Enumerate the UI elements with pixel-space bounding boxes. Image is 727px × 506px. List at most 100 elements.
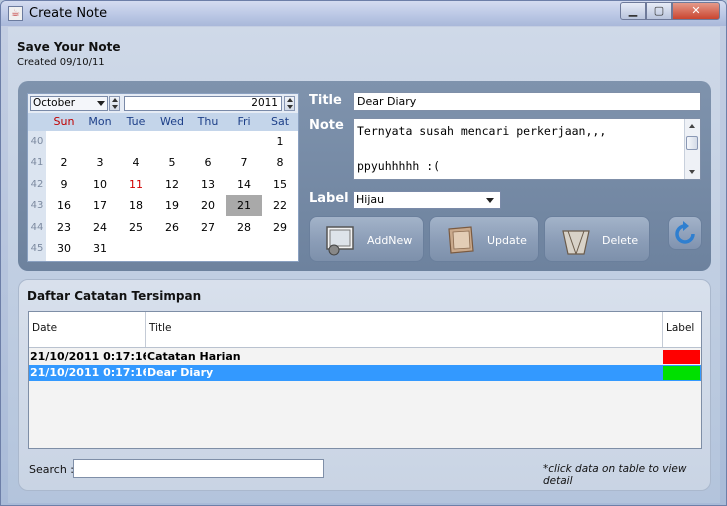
weekday-label: Mon bbox=[88, 115, 112, 128]
note-textarea[interactable]: Ternyata susah mencari perkerjaan,,, ppy… bbox=[353, 118, 701, 180]
chevron-down-icon bbox=[97, 101, 105, 106]
calendar-day[interactable]: 3 bbox=[82, 152, 118, 173]
calendar-day[interactable]: 11 bbox=[118, 174, 154, 195]
refresh-icon bbox=[675, 221, 695, 244]
calendar-day[interactable]: 18 bbox=[118, 195, 154, 216]
table-row[interactable]: 21/10/2011 0:17:16 Catatan Harian bbox=[29, 349, 701, 365]
calendar-day[interactable]: 2 bbox=[46, 152, 82, 173]
delete-button[interactable]: Delete bbox=[544, 216, 650, 262]
notes-table[interactable]: Date Title Label 21/10/2011 0:17:16 Cata… bbox=[28, 311, 702, 449]
cell-date: 21/10/2011 0:17:16 bbox=[30, 350, 146, 363]
update-label: Update bbox=[487, 234, 527, 247]
year-spinner[interactable] bbox=[284, 96, 295, 111]
search-label: Search : bbox=[29, 463, 74, 476]
calendar-day[interactable]: 29 bbox=[262, 217, 298, 238]
table-header: Date Title Label bbox=[29, 312, 701, 348]
calendar-day[interactable]: 6 bbox=[190, 152, 226, 173]
calendar-day[interactable]: 23 bbox=[46, 217, 82, 238]
scroll-down-icon[interactable] bbox=[689, 170, 695, 174]
note-label: Note bbox=[309, 118, 344, 133]
calendar-day[interactable]: 8 bbox=[262, 152, 298, 173]
calendar-day[interactable]: 9 bbox=[46, 174, 82, 195]
column-header-title[interactable]: Title bbox=[146, 312, 663, 347]
add-new-button[interactable]: AddNew bbox=[309, 216, 424, 262]
weekday-label: Sun bbox=[53, 115, 75, 128]
trash-icon bbox=[562, 230, 590, 255]
calendar-day[interactable]: 27 bbox=[190, 217, 226, 238]
calendar-day bbox=[118, 131, 154, 152]
calendar-day[interactable]: 28 bbox=[226, 217, 262, 238]
weekday-label: Thu bbox=[197, 115, 219, 128]
calendar-day[interactable]: 19 bbox=[154, 195, 190, 216]
weekday-label: Wed bbox=[160, 115, 184, 128]
calendar-day[interactable]: 13 bbox=[190, 174, 226, 195]
week-number: 44 bbox=[30, 221, 44, 233]
title-input[interactable]: Dear Diary bbox=[353, 92, 701, 111]
weekday-header: Sun Mon Tue Wed Thu Fri Sat bbox=[28, 113, 298, 131]
close-button[interactable]: ✕ bbox=[672, 2, 720, 20]
title-label: Title bbox=[309, 93, 342, 108]
note-scrollbar[interactable] bbox=[684, 119, 700, 179]
calendar-day bbox=[82, 131, 118, 152]
calendar-day[interactable]: 25 bbox=[118, 217, 154, 238]
scroll-thumb[interactable] bbox=[686, 136, 698, 150]
calendar-day[interactable]: 20 bbox=[190, 195, 226, 216]
calendar-day bbox=[46, 131, 82, 152]
refresh-button[interactable] bbox=[668, 216, 702, 250]
calendar-day[interactable]: 5 bbox=[154, 152, 190, 173]
year-field[interactable]: 2011 bbox=[124, 96, 282, 111]
update-note-icon bbox=[448, 226, 474, 254]
month-spinner[interactable] bbox=[109, 96, 120, 111]
window-title: Create Note bbox=[29, 6, 108, 21]
calendar-day[interactable]: 21 bbox=[226, 195, 262, 217]
calendar-day[interactable]: 17 bbox=[82, 195, 118, 216]
calendar-day[interactable]: 14 bbox=[226, 174, 262, 195]
note-line: ppyuhhhhh :( bbox=[357, 159, 441, 173]
week-number: 41 bbox=[30, 157, 44, 169]
scroll-up-icon[interactable] bbox=[689, 124, 695, 128]
java-app-icon: ☕ bbox=[8, 6, 23, 21]
note-editor-panel: October 2011 Sun Mon Tue Wed Thu Fri Sat 40 1 41… bbox=[18, 81, 711, 271]
minimize-button[interactable]: ▁ bbox=[620, 2, 646, 20]
note-line: Ternyata susah mencari perkerjaan,,, bbox=[357, 124, 607, 138]
calendar-day bbox=[118, 238, 154, 259]
calendar-day[interactable]: 30 bbox=[46, 238, 82, 259]
calendar-day[interactable]: 16 bbox=[46, 195, 82, 216]
table-hint: *click data on table to view detail bbox=[543, 463, 687, 487]
calendar-day[interactable]: 10 bbox=[82, 174, 118, 195]
calendar-day bbox=[226, 131, 262, 152]
label-select[interactable]: Hijau bbox=[353, 191, 501, 209]
week-number: 43 bbox=[30, 200, 44, 212]
month-select[interactable]: October bbox=[30, 96, 108, 111]
calendar-day bbox=[154, 131, 190, 152]
calendar-day[interactable]: 24 bbox=[82, 217, 118, 238]
week-number: 42 bbox=[30, 178, 44, 190]
calendar-day[interactable]: 26 bbox=[154, 217, 190, 238]
calendar-day bbox=[154, 238, 190, 259]
label-color-swatch bbox=[663, 366, 700, 380]
chevron-down-icon bbox=[486, 198, 494, 203]
table-row[interactable]: 21/10/2011 0:17:16 Dear Diary bbox=[29, 365, 701, 381]
weekday-label: Tue bbox=[126, 115, 146, 128]
label-value: Hijau bbox=[356, 193, 385, 206]
calendar-day[interactable]: 4 bbox=[118, 152, 154, 173]
calendar-day[interactable]: 1 bbox=[262, 131, 298, 152]
delete-label: Delete bbox=[602, 234, 639, 247]
search-input[interactable] bbox=[73, 459, 324, 478]
cell-title: Dear Diary bbox=[147, 366, 214, 379]
column-header-label[interactable]: Label bbox=[663, 312, 701, 347]
calendar-day[interactable]: 15 bbox=[262, 174, 298, 195]
title-bar[interactable]: ☕ Create Note ▁ ▢ ✕ bbox=[1, 1, 726, 26]
week-number: 45 bbox=[30, 243, 44, 254]
label-label: Label bbox=[309, 191, 349, 206]
calendar-day[interactable]: 31 bbox=[82, 238, 118, 259]
maximize-button[interactable]: ▢ bbox=[646, 2, 672, 20]
page-heading: Save Your Note bbox=[17, 40, 121, 54]
calendar-day bbox=[190, 238, 226, 259]
saved-notes-panel: Daftar Catatan Tersimpan Date Title Labe… bbox=[18, 279, 711, 491]
calendar-day[interactable]: 22 bbox=[262, 195, 298, 216]
update-button[interactable]: Update bbox=[429, 216, 539, 262]
column-header-date[interactable]: Date bbox=[29, 312, 146, 347]
calendar-day[interactable]: 12 bbox=[154, 174, 190, 195]
calendar-day[interactable]: 7 bbox=[226, 152, 262, 173]
